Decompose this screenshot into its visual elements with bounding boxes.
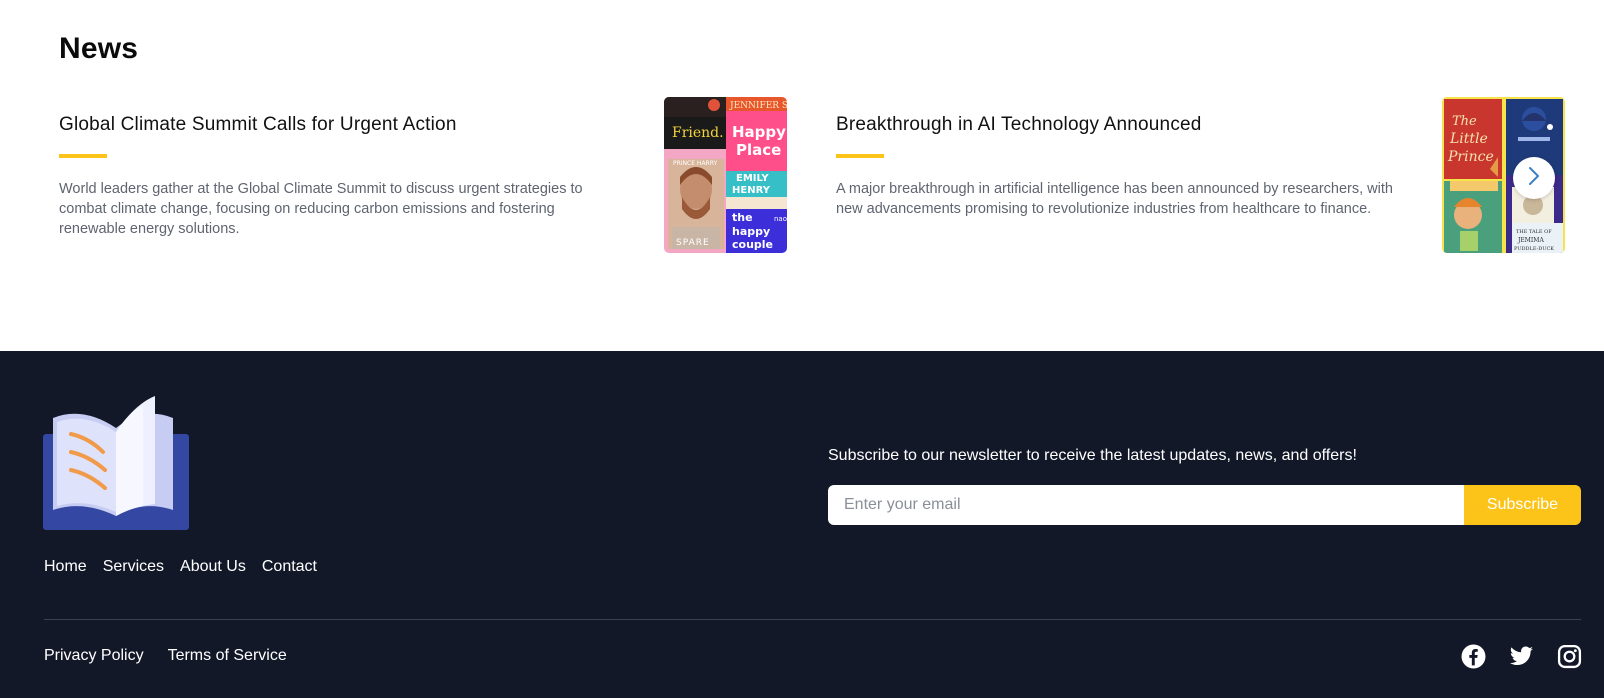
privacy-policy-link[interactable]: Privacy Policy xyxy=(44,647,144,665)
cover-text-the-lp: The xyxy=(1452,114,1477,129)
cover-text-happy: Happy xyxy=(732,123,786,141)
subscribe-button[interactable]: Subscribe xyxy=(1464,485,1581,525)
newsletter-form: Subscribe xyxy=(828,485,1581,525)
chevron-right-icon xyxy=(1526,165,1542,192)
cover-text-friend: Friend. xyxy=(672,125,724,141)
cover-text-couple: couple xyxy=(732,238,773,251)
twitter-icon[interactable] xyxy=(1509,644,1534,669)
cover-text-jemima: JEMIMA xyxy=(1517,237,1544,244)
cover-text-author: JENNIFER SAI xyxy=(729,101,787,111)
instagram-icon[interactable] xyxy=(1557,644,1582,669)
footer-nav: Home Services About Us Contact xyxy=(44,558,317,576)
news-card[interactable]: Global Climate Summit Calls for Urgent A… xyxy=(59,97,788,253)
footer-nav-about[interactable]: About Us xyxy=(180,558,246,576)
news-card-text: Breakthrough in AI Technology Announced … xyxy=(836,97,1396,219)
cover-text-happy2: happy xyxy=(732,225,770,238)
terms-of-service-link[interactable]: Terms of Service xyxy=(168,647,287,665)
open-book-icon[interactable] xyxy=(43,396,189,530)
news-card-title[interactable]: Global Climate Summit Calls for Urgent A… xyxy=(59,97,619,136)
site-footer: Home Services About Us Contact Subscribe… xyxy=(0,351,1604,698)
newsletter-description: Subscribe to our newsletter to receive t… xyxy=(828,447,1357,464)
footer-divider xyxy=(44,619,1581,620)
legal-links: Privacy Policy Terms of Service xyxy=(44,647,287,665)
social-links xyxy=(1461,644,1582,669)
news-card[interactable]: Breakthrough in AI Technology Announced … xyxy=(836,97,1565,253)
facebook-icon[interactable] xyxy=(1461,644,1486,669)
cover-text-prince-lp: Prince xyxy=(1447,149,1494,165)
news-card-body: World leaders gather at the Global Clima… xyxy=(59,181,583,237)
title-accent-bar xyxy=(836,154,884,158)
cover-text-puddle: PUDDLE-DUCK xyxy=(1514,246,1554,252)
news-heading: News xyxy=(59,32,139,65)
news-section: News Global Climate Summit Calls for Urg… xyxy=(0,0,1604,351)
news-card-title[interactable]: Breakthrough in AI Technology Announced xyxy=(836,97,1396,136)
cover-text-the: the xyxy=(732,211,753,224)
news-card-image[interactable]: Friend. JENNIFER SAI PRINCE HARRY SPARE … xyxy=(664,97,787,253)
cover-text-tale: THE TALE OF xyxy=(1516,229,1552,235)
title-accent-bar xyxy=(59,154,107,158)
cover-text-henry: HENRY xyxy=(732,185,771,196)
cover-text-emily: EMILY xyxy=(736,173,769,184)
news-card-body: A major breakthrough in artificial intel… xyxy=(836,181,1393,217)
cover-text-place: Place xyxy=(736,141,781,159)
email-input[interactable] xyxy=(828,485,1464,525)
cover-text-prince: PRINCE HARRY xyxy=(673,160,718,167)
cover-text-spare: SPARE xyxy=(676,238,710,248)
footer-nav-home[interactable]: Home xyxy=(44,558,87,576)
cover-text-little: Little xyxy=(1449,131,1488,147)
cover-text-naoi: naoi xyxy=(774,215,787,223)
news-card-text: Global Climate Summit Calls for Urgent A… xyxy=(59,97,619,239)
carousel-next-button[interactable] xyxy=(1513,157,1555,199)
footer-nav-contact[interactable]: Contact xyxy=(262,558,317,576)
footer-nav-services[interactable]: Services xyxy=(103,558,164,576)
